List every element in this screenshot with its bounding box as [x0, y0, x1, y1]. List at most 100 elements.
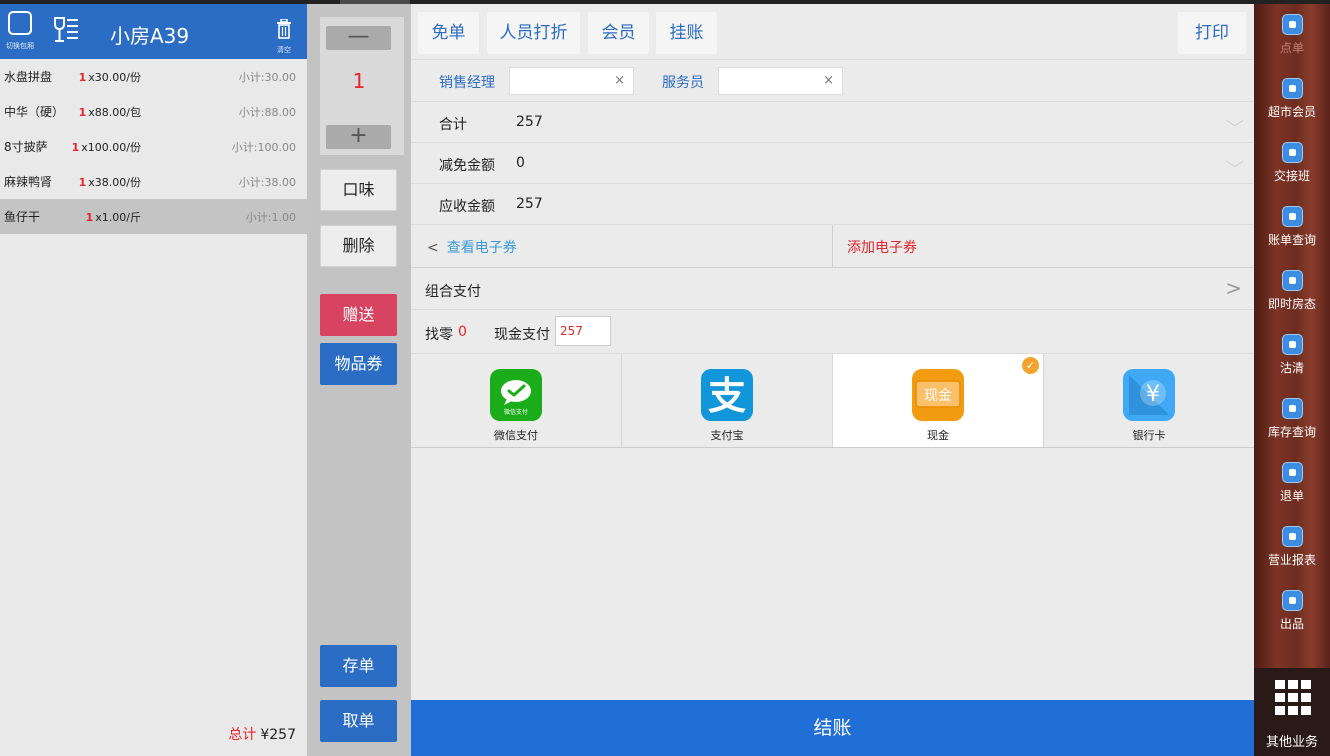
- item-qty-price: 1 x1.00/斤: [85, 210, 141, 224]
- order-item-row[interactable]: 麻辣鸭肾 1 x38.00/份 小计:38.00: [0, 164, 307, 199]
- add-coupon-button[interactable]: 添加电子券: [847, 237, 917, 257]
- payment-method-name: 微信支付: [494, 429, 538, 442]
- room-status-icon: [1282, 270, 1303, 291]
- order-item-row-selected[interactable]: 鱼仔干 1 x1.00/斤 小计:1.00: [0, 199, 307, 234]
- sidebar-item-label: 沽清: [1279, 361, 1304, 375]
- item-subtotal: 小计:88.00: [238, 105, 296, 119]
- sidebar-item-label: 库存查询: [1267, 425, 1316, 439]
- menu-list-icon[interactable]: [52, 16, 80, 44]
- sidebar-item-label: 退单: [1279, 489, 1304, 503]
- item-name: 中华（硬）: [4, 105, 65, 119]
- order-items: 水盘拼盘 1 x30.00/份 小计:30.00 中华（硬） 1 x88.00/包 …: [0, 59, 307, 234]
- sidebar-item-sold-out[interactable]: 沽清: [1254, 324, 1330, 388]
- item-name: 鱼仔干: [4, 210, 41, 224]
- discount-label: 减免金额: [439, 158, 495, 174]
- member-icon: [1282, 78, 1303, 99]
- discount-row[interactable]: 减免金额 0 ⌵: [411, 143, 1254, 184]
- order-header: 切换包厢 小房A39 清空: [0, 4, 307, 59]
- bank-card-icon: ¥: [1123, 369, 1175, 421]
- payment-method-name: 支付宝: [710, 429, 744, 442]
- svg-text:微信支付: 微信支付: [504, 408, 528, 416]
- take-order-button[interactable]: 取单: [320, 700, 397, 742]
- sales-manager-label: 销售经理: [439, 75, 495, 91]
- total-row[interactable]: 合计 257 ⌵: [411, 102, 1254, 143]
- order-item-row[interactable]: 中华（硬） 1 x88.00/包 小计:88.00: [0, 94, 307, 129]
- print-button[interactable]: 打印: [1178, 12, 1246, 54]
- sold-out-icon: [1282, 334, 1303, 355]
- clear-order-button[interactable]: 清空: [272, 18, 296, 59]
- coupon-row: < 查看电子券 添加电子券: [411, 225, 1254, 268]
- change-row: 找零 0 现金支付 257: [411, 310, 1254, 354]
- other-business-label: 其他业务: [1265, 735, 1318, 750]
- svg-text:支: 支: [708, 374, 746, 418]
- switch-room-button[interactable]: 切换包厢: [6, 11, 36, 50]
- clear-waiter-icon[interactable]: ×: [823, 73, 834, 88]
- member-button[interactable]: 会员: [588, 12, 649, 54]
- payment-toolbar: 免单 人员打折 会员 挂账 打印: [411, 4, 1254, 60]
- sum-value: 257: [516, 114, 543, 130]
- sales-manager-input[interactable]: ×: [509, 67, 634, 95]
- payment-method-alipay[interactable]: 支 支付宝: [622, 354, 833, 447]
- sidebar-item-business-report[interactable]: 营业报表: [1254, 516, 1330, 580]
- change-value: 0: [458, 324, 467, 340]
- sidebar-item-stock-query[interactable]: 库存查询: [1254, 388, 1330, 452]
- payment-method-name: 现金: [927, 429, 949, 442]
- receivable-label: 应收金额: [439, 199, 495, 215]
- checkout-button[interactable]: 结账: [411, 700, 1254, 756]
- increase-button[interactable]: +: [326, 125, 391, 149]
- shift-icon: [1282, 142, 1303, 163]
- delete-button[interactable]: 删除: [320, 225, 397, 267]
- order-item-row[interactable]: 8寸披萨 1 x100.00/份 小计:100.00: [0, 129, 307, 164]
- on-account-button[interactable]: 挂账: [656, 12, 717, 54]
- payment-method-cash[interactable]: 现金 现金 ✓: [833, 354, 1044, 447]
- discount-value: 0: [516, 155, 525, 171]
- sidebar-item-room-status[interactable]: 即时房态: [1254, 260, 1330, 324]
- combined-payment-row[interactable]: 组合支付 >: [411, 268, 1254, 310]
- voucher-button[interactable]: 物品券: [320, 343, 397, 385]
- payment-method-name: 银行卡: [1132, 429, 1166, 442]
- clear-sales-manager-icon[interactable]: ×: [614, 73, 625, 88]
- chevron-down-icon: ⌵: [1225, 153, 1244, 171]
- combined-payment-label: 组合支付: [425, 284, 481, 300]
- gift-button[interactable]: 赠送: [320, 294, 397, 336]
- payment-method-bank-card[interactable]: ¥ 银行卡: [1044, 354, 1254, 447]
- sidebar-item-order[interactable]: 点单: [1254, 4, 1330, 68]
- view-coupon-link[interactable]: < 查看电子券: [427, 237, 517, 257]
- waiter-input[interactable]: ×: [718, 67, 843, 95]
- sidebar-item-shift-handover[interactable]: 交接班: [1254, 132, 1330, 196]
- item-qty-price: 1 x38.00/份: [78, 175, 141, 189]
- save-order-button[interactable]: 存单: [320, 645, 397, 687]
- sidebar-item-label: 交接班: [1273, 169, 1310, 183]
- alipay-icon: 支: [701, 369, 753, 421]
- selected-check-icon: ✓: [1022, 357, 1039, 374]
- order-item-row[interactable]: 水盘拼盘 1 x30.00/份 小计:30.00: [0, 59, 307, 94]
- sidebar-item-dispatch[interactable]: 出品: [1254, 580, 1330, 644]
- decrease-button[interactable]: —: [326, 26, 391, 50]
- switch-room-label: 切换包厢: [6, 42, 34, 50]
- room-title: 小房A39: [110, 24, 190, 48]
- order-icon: [1282, 14, 1303, 35]
- staff-discount-button[interactable]: 人员打折: [487, 12, 580, 54]
- item-subtotal: 小计:38.00: [238, 175, 296, 189]
- sidebar-item-label: 超市会员: [1267, 105, 1316, 119]
- sidebar-item-supermarket-member[interactable]: 超市会员: [1254, 68, 1330, 132]
- sidebar-item-refund[interactable]: 退单: [1254, 452, 1330, 516]
- sidebar-item-label: 出品: [1279, 617, 1304, 631]
- sidebar-item-label: 即时房态: [1267, 297, 1316, 311]
- cash-icon: 现金: [912, 369, 964, 421]
- free-order-button[interactable]: 免单: [418, 12, 479, 54]
- function-sidebar: 点单 超市会员 交接班 账单查询 即时房态 沽清 库存查询 退单 营业报表 出品…: [1254, 4, 1330, 756]
- item-qty-price: 1 x30.00/份: [78, 70, 141, 84]
- other-business-button[interactable]: 其他业务: [1254, 668, 1330, 756]
- cash-payment-input[interactable]: 257: [555, 316, 611, 346]
- taste-button[interactable]: 口味: [320, 169, 397, 211]
- item-subtotal: 小计:100.00: [231, 140, 296, 154]
- svg-text:现金: 现金: [924, 388, 952, 404]
- dispatch-icon: [1282, 590, 1303, 611]
- item-name: 麻辣鸭肾: [4, 175, 53, 189]
- change-label: 找零: [425, 327, 453, 343]
- cash-payment-label: 现金支付: [494, 327, 550, 343]
- payment-method-wechat[interactable]: 微信支付 微信支付: [411, 354, 622, 447]
- item-name: 8寸披萨: [4, 140, 48, 154]
- sidebar-item-bill-query[interactable]: 账单查询: [1254, 196, 1330, 260]
